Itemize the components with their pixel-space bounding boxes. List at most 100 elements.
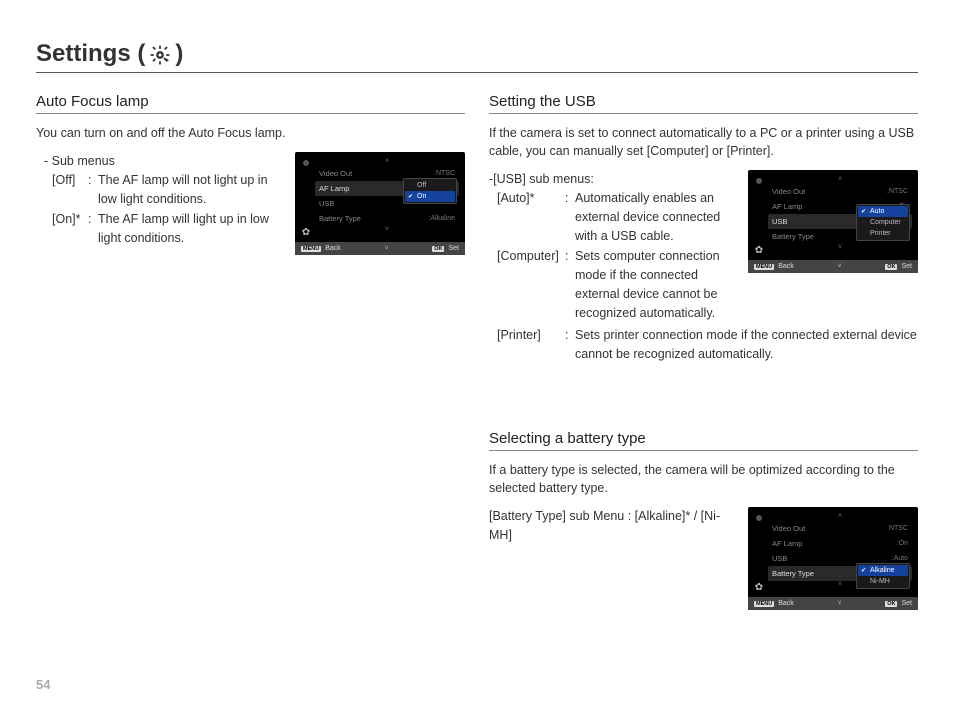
af-lamp-row: - Sub menus [Off] : The AF lamp will not… — [36, 152, 465, 255]
usb-printer-val: Sets printer connection mode if the conn… — [575, 326, 918, 364]
back-label: Back — [778, 600, 794, 607]
arrow-up-icon: ˄ — [315, 158, 459, 166]
af-lamp-off-key: [Off] — [52, 171, 88, 209]
battery-intro: If a battery type is selected, the camer… — [489, 461, 918, 497]
usb-computer-val: Sets computer connection mode if the con… — [575, 247, 736, 322]
section-heading-af-lamp: Auto Focus lamp — [36, 93, 465, 114]
usb-submenus: -[USB] sub menus: [Auto]* : Automaticall… — [489, 170, 736, 324]
popup-option-label: Ni-MH — [870, 578, 890, 585]
af-lamp-screenshot: ✿˄Video Out:NTSCAF LampUSBBattery Type:A… — [295, 152, 465, 255]
usb-screenshot: ✿˄Video Out:NTSCAF Lamp:OnUSBBattery Typ… — [748, 170, 918, 273]
page-title: Settings ( — [36, 40, 183, 68]
usb-auto-key: [Auto]* — [497, 189, 565, 245]
popup-option-label: Auto — [870, 208, 884, 215]
arrow-up-icon: ˄ — [768, 513, 912, 521]
af-lamp-on-row: [On]* : The AF lamp will light up in low… — [36, 210, 283, 248]
af-lamp-on-key: [On]* — [52, 210, 88, 248]
menu-item-value: :Auto — [892, 555, 908, 562]
bullet-icon — [756, 178, 762, 184]
check-icon: ✔ — [408, 193, 415, 200]
popup-option[interactable]: ✔On — [405, 191, 455, 202]
menu-button[interactable]: MENU — [301, 246, 321, 252]
back-label: Back — [325, 245, 341, 252]
menu-popup: Off✔On — [403, 178, 457, 204]
page-title-row: Settings ( — [36, 40, 918, 73]
menu-list: ˄Video Out:NTSCAF Lamp:OnUSBBattery Type… — [766, 174, 914, 260]
check-icon: ✔ — [861, 208, 868, 215]
popup-option[interactable]: Printer — [858, 228, 908, 239]
gear-icon: ✿ — [302, 227, 310, 238]
battery-screenshot: ✿ ˄Video Out:NTSC AF Lamp :On USB :Auto Batter… — [748, 507, 918, 610]
gear-icon: ✿ — [755, 245, 763, 256]
popup-option-label: Off — [417, 182, 426, 189]
check-icon: ✔ — [861, 567, 868, 574]
usb-auto-val: Automatically enables an external device… — [575, 189, 736, 245]
usb-printer-row: [Printer] : Sets printer connection mode… — [489, 326, 918, 364]
gear-icon: ✿ — [755, 582, 763, 593]
menu-popup: ✔Alkaline Ni-MH — [856, 563, 910, 589]
menu-item-label: AF Lamp — [319, 184, 349, 193]
usb-auto-row: [Auto]* : Automatically enables an exter… — [489, 189, 736, 245]
arrow-down-icon: ˅ — [768, 244, 912, 252]
arrow-down-icon: ˅ — [315, 226, 459, 234]
right-column: Setting the USB If the camera is set to … — [489, 85, 918, 610]
left-column: Auto Focus lamp You can turn on and off … — [36, 85, 465, 610]
menu-bottom-bar: MENU Back ˅ OK Set — [748, 260, 918, 273]
menu-item-label: USB — [772, 554, 787, 563]
usb-computer-key: [Computer] — [497, 247, 565, 322]
battery-submenus: [Battery Type] sub Menu : [Alkaline]* / … — [489, 507, 736, 545]
ok-button[interactable]: OK — [432, 246, 444, 252]
menu-item-label: USB — [319, 199, 334, 208]
menu-item[interactable]: Battery Type:Alkaline — [315, 211, 459, 226]
menu-list: ˄Video Out:NTSC AF Lamp :On USB :Auto Battery… — [766, 511, 914, 597]
menu-item-value: :NTSC — [887, 525, 908, 532]
menu-item-value: :NTSC — [887, 188, 908, 195]
arrow-down-icon: ˅ — [837, 263, 841, 270]
popup-option[interactable]: Off — [405, 180, 455, 191]
ok-button[interactable]: OK — [885, 264, 897, 270]
usb-sub-label: -[USB] sub menus: — [489, 170, 736, 189]
menu-item-label: Battery Type — [772, 569, 814, 578]
page: Settings ( — [0, 0, 954, 720]
menu-button[interactable]: MENU — [754, 601, 774, 607]
page-number: 54 — [36, 677, 50, 692]
arrow-down-icon: ˅ — [384, 245, 388, 252]
popup-option[interactable]: Computer — [858, 217, 908, 228]
menu-left-strip: ✿ — [752, 511, 766, 597]
popup-option[interactable]: Ni-MH — [858, 576, 908, 587]
popup-option-label: On — [417, 193, 426, 200]
menu-item-value: :On — [897, 540, 908, 547]
menu-item-label: AF Lamp — [772, 202, 802, 211]
af-lamp-off-row: [Off] : The AF lamp will not light up in… — [36, 171, 283, 209]
menu-popup: ✔AutoComputerPrinter — [856, 204, 910, 241]
menu-item-label: AF Lamp — [772, 539, 802, 548]
menu-bottom-bar: MENU Back ˅ OK Set — [748, 597, 918, 610]
menu-item-value: :NTSC — [434, 170, 455, 177]
bullet-icon — [756, 515, 762, 521]
menu-item[interactable]: Video Out:NTSC — [768, 184, 912, 199]
popup-option-label: Printer — [870, 230, 891, 237]
set-label: Set — [901, 600, 912, 607]
set-label: Set — [448, 245, 459, 252]
page-title-prefix: Settings ( — [36, 40, 145, 68]
section-heading-battery: Selecting a battery type — [489, 430, 918, 451]
menu-item-label: USB — [772, 217, 787, 226]
menu-bottom-bar: MENU Back ˅ OK Set — [295, 242, 465, 255]
af-lamp-submenus: - Sub menus [Off] : The AF lamp will not… — [36, 152, 283, 250]
menu-item[interactable]: AF Lamp :On — [768, 536, 912, 551]
popup-option[interactable]: ✔Auto — [858, 206, 908, 217]
menu-list: ˄Video Out:NTSCAF LampUSBBattery Type:Al… — [313, 156, 461, 242]
battery-sub-line: [Battery Type] sub Menu : [Alkaline]* / … — [489, 507, 736, 545]
section-heading-usb: Setting the USB — [489, 93, 918, 114]
menu-item[interactable]: Video Out:NTSC — [768, 521, 912, 536]
usb-printer-key: [Printer] — [497, 326, 565, 364]
back-label: Back — [778, 263, 794, 270]
menu-button[interactable]: MENU — [754, 264, 774, 270]
menu-item-label: Battery Type — [772, 232, 814, 241]
gear-icon — [149, 40, 171, 68]
set-label: Set — [901, 263, 912, 270]
arrow-down-icon: ˅ — [837, 600, 841, 607]
popup-option[interactable]: ✔Alkaline — [858, 565, 908, 576]
page-title-suffix: ) — [175, 40, 183, 68]
ok-button[interactable]: OK — [885, 601, 897, 607]
